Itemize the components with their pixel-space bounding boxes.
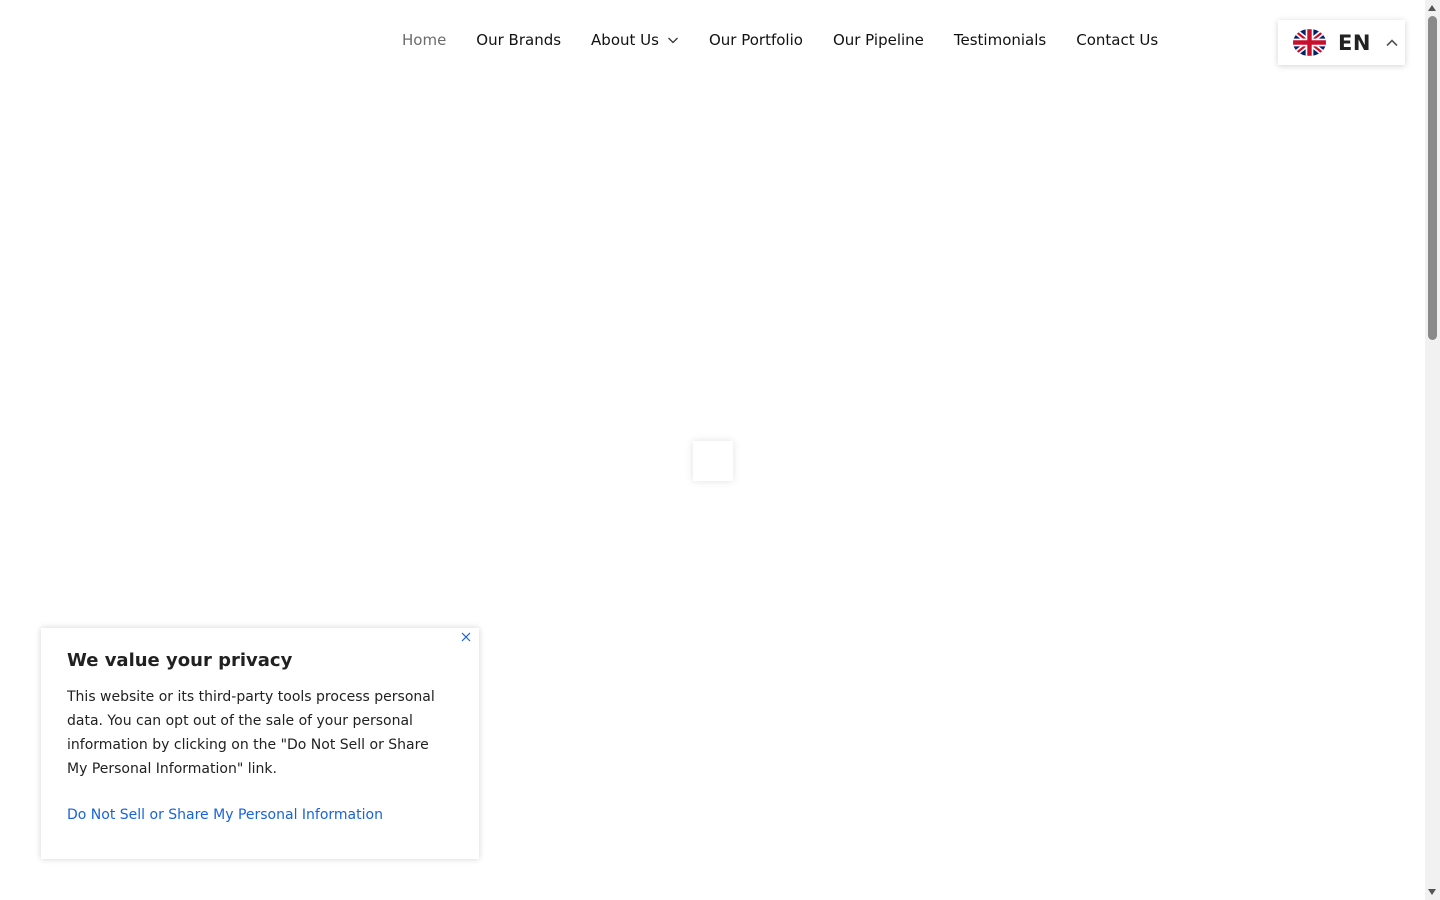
nav-item-our-pipeline[interactable]: Our Pipeline: [818, 28, 939, 52]
language-switcher[interactable]: EN: [1278, 20, 1405, 65]
nav-item-our-brands[interactable]: Our Brands: [461, 28, 576, 52]
do-not-sell-link[interactable]: Do Not Sell or Share My Personal Informa…: [67, 807, 383, 823]
nav-item-testimonials[interactable]: Testimonials: [939, 28, 1061, 52]
privacy-title: We value your privacy: [67, 650, 293, 671]
scroll-thumb[interactable]: [1428, 16, 1437, 340]
privacy-body: This website or its third-party tools pr…: [67, 689, 435, 777]
scroll-down-arrow[interactable]: [1428, 889, 1436, 895]
chevron-up-icon: [1386, 38, 1398, 46]
chevron-down-icon: [668, 37, 678, 44]
nav-item-label: Our Pipeline: [832, 31, 924, 49]
nav-item-label: Home: [402, 31, 447, 49]
nav-item-contact-us[interactable]: Contact Us: [1061, 28, 1173, 52]
nav-item-label: About Us: [591, 31, 659, 49]
loading-spinner: [693, 441, 733, 481]
nav-item-our-portfolio[interactable]: Our Portfolio: [694, 28, 818, 52]
uk-flag-icon: [1293, 29, 1326, 56]
nav-item-label: Our Brands: [476, 31, 562, 49]
nav-item-label: Testimonials: [953, 31, 1047, 49]
nav-menu: Home Our Brands About Us Our Portfolio O…: [387, 28, 1173, 52]
nav-item-label: Contact Us: [1076, 31, 1159, 49]
scroll-up-arrow[interactable]: [1428, 5, 1436, 11]
top-navigation: Home Our Brands About Us Our Portfolio O…: [0, 0, 1425, 80]
nav-item-about-us[interactable]: About Us: [576, 28, 694, 52]
page: Home Our Brands About Us Our Portfolio O…: [0, 0, 1440, 900]
close-icon[interactable]: [459, 630, 473, 644]
vertical-scrollbar[interactable]: [1425, 0, 1440, 900]
nav-item-label: Our Portfolio: [708, 31, 803, 49]
privacy-banner: We value your privacy This website or it…: [41, 628, 479, 859]
language-code: EN: [1338, 30, 1371, 55]
nav-item-home[interactable]: Home: [387, 28, 461, 52]
